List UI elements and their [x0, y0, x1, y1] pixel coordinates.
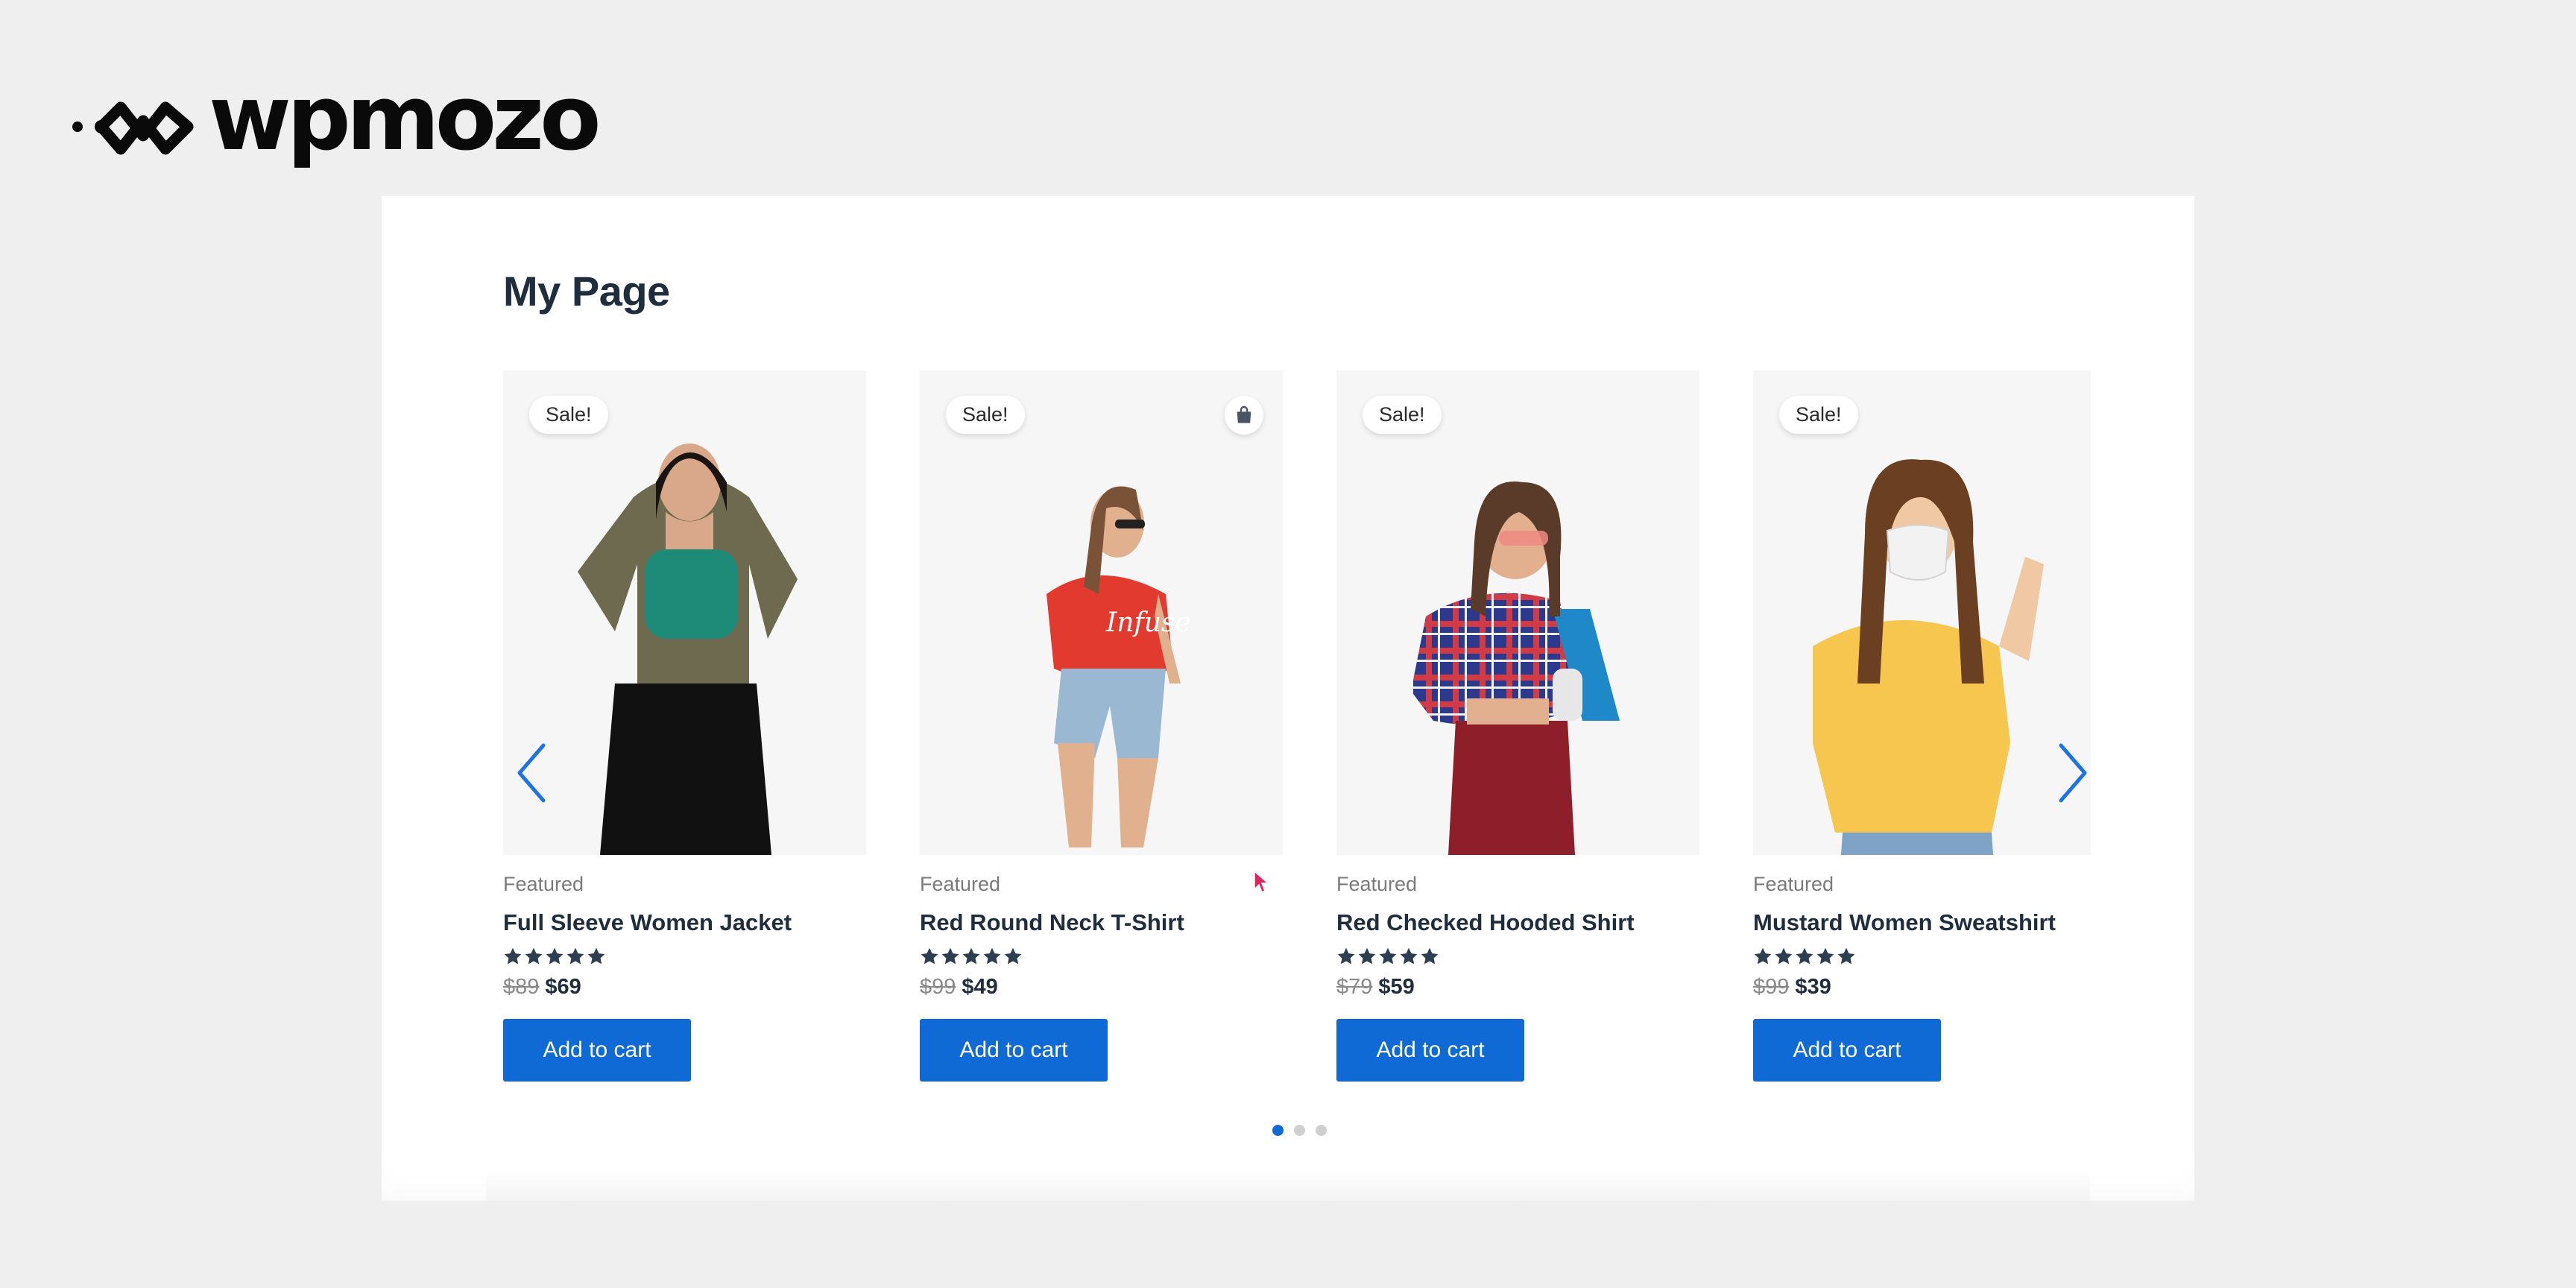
- page-title: My Page: [503, 268, 670, 315]
- product-carousel: Sale! Featured Full Sleeve Women Jacket …: [503, 370, 2102, 1116]
- add-to-cart-button[interactable]: Add to cart: [920, 1019, 1108, 1082]
- sale-price: $59: [1378, 975, 1415, 999]
- sale-badge: Sale!: [1779, 396, 1858, 434]
- brand-wordmark: wpmozo: [209, 67, 602, 171]
- regular-price: $89: [503, 975, 540, 999]
- chevron-left-icon: [517, 743, 546, 803]
- product-image: [1411, 482, 1620, 855]
- rating-stars: [503, 947, 866, 967]
- product-card: Sale! Featured Red Checked Hooded Shirt …: [1336, 370, 1699, 1082]
- star-icon: [983, 947, 1001, 965]
- star-icon: [1421, 947, 1439, 965]
- quick-add-bag-button[interactable]: [1225, 396, 1263, 435]
- star-icon: [1400, 947, 1418, 965]
- star-icon: [1004, 947, 1022, 965]
- star-icon: [941, 947, 959, 965]
- wpmozo-logo-mark-icon: [72, 101, 194, 155]
- product-name[interactable]: Red Checked Hooded Shirt: [1336, 909, 1699, 936]
- page-panel: My Page Sale! Featured Full Sleeve Women…: [382, 196, 2194, 1201]
- sale-badge: Sale!: [1363, 396, 1442, 434]
- carousel-pagination: [1272, 1125, 1327, 1136]
- product-price: $89 $69: [503, 975, 866, 1000]
- product-card: Sale! Featured Full Sleeve Women Jacket …: [503, 370, 866, 1082]
- star-icon: [1816, 947, 1834, 965]
- star-icon: [546, 947, 564, 965]
- carousel-next-button[interactable]: [2052, 739, 2094, 806]
- star-icon: [1775, 947, 1793, 965]
- sale-price: $49: [962, 975, 998, 999]
- product-price: $99 $49: [920, 975, 1283, 1000]
- add-to-cart-button[interactable]: Add to cart: [1336, 1019, 1524, 1082]
- pagination-dot-3[interactable]: [1316, 1125, 1327, 1136]
- sale-price: $39: [1795, 975, 1831, 999]
- product-category[interactable]: Featured: [503, 873, 866, 896]
- pagination-dot-2[interactable]: [1294, 1125, 1305, 1136]
- product-name[interactable]: Red Round Neck T-Shirt: [920, 909, 1283, 936]
- star-icon: [566, 947, 584, 965]
- panel-bottom-fade: [486, 1171, 2090, 1201]
- product-category[interactable]: Featured: [920, 873, 1283, 896]
- add-to-cart-button[interactable]: Add to cart: [1753, 1019, 1941, 1082]
- product-image: [578, 443, 798, 855]
- star-icon: [1754, 947, 1772, 965]
- sale-badge: Sale!: [529, 396, 608, 434]
- brand-logo: wpmozo: [72, 75, 602, 170]
- star-icon: [504, 947, 522, 965]
- rating-stars: [1753, 947, 2091, 967]
- product-price: $79 $59: [1336, 975, 1699, 1000]
- product-image: Infuse: [1046, 486, 1191, 847]
- star-icon: [1337, 947, 1355, 965]
- product-name[interactable]: Full Sleeve Women Jacket: [503, 909, 866, 936]
- star-icon: [525, 947, 543, 965]
- star-icon: [1379, 947, 1397, 965]
- rating-stars: [920, 947, 1283, 967]
- product-category[interactable]: Featured: [1336, 873, 1699, 896]
- product-image-area[interactable]: Sale!: [1336, 370, 1699, 855]
- product-image-area[interactable]: Sale!: [1753, 370, 2091, 855]
- regular-price: $99: [1753, 975, 1790, 999]
- rating-stars: [1336, 947, 1699, 967]
- star-icon: [1358, 947, 1376, 965]
- regular-price: $79: [1336, 975, 1373, 999]
- product-card: Sale! Featured Mustard Women Sweatshirt …: [1753, 370, 2091, 1082]
- star-icon: [962, 947, 980, 965]
- pagination-dot-1[interactable]: [1272, 1125, 1284, 1136]
- add-to-cart-button[interactable]: Add to cart: [503, 1019, 691, 1082]
- sale-badge: Sale!: [946, 396, 1025, 434]
- star-icon: [1796, 947, 1813, 965]
- star-icon: [1837, 947, 1855, 965]
- product-card: Infuse Sale! Featured Red Round Neck T-S…: [920, 370, 1283, 1082]
- shopping-bag-icon: [1237, 405, 1251, 423]
- chevron-right-icon: [2059, 743, 2087, 803]
- product-name[interactable]: Mustard Women Sweatshirt: [1753, 909, 2091, 936]
- mouse-cursor-icon: [1254, 870, 1269, 894]
- regular-price: $99: [920, 975, 956, 999]
- product-image-area[interactable]: Infuse Sale!: [920, 370, 1283, 855]
- product-category[interactable]: Featured: [1753, 873, 2091, 896]
- product-image: [1813, 459, 2044, 855]
- star-icon: [921, 947, 938, 965]
- product-image-area[interactable]: Sale!: [503, 370, 866, 855]
- sale-price: $69: [545, 975, 581, 999]
- carousel-prev-button[interactable]: [511, 739, 552, 806]
- star-icon: [587, 947, 605, 965]
- svg-text:Infuse: Infuse: [1105, 607, 1191, 638]
- product-price: $99 $39: [1753, 975, 2091, 1000]
